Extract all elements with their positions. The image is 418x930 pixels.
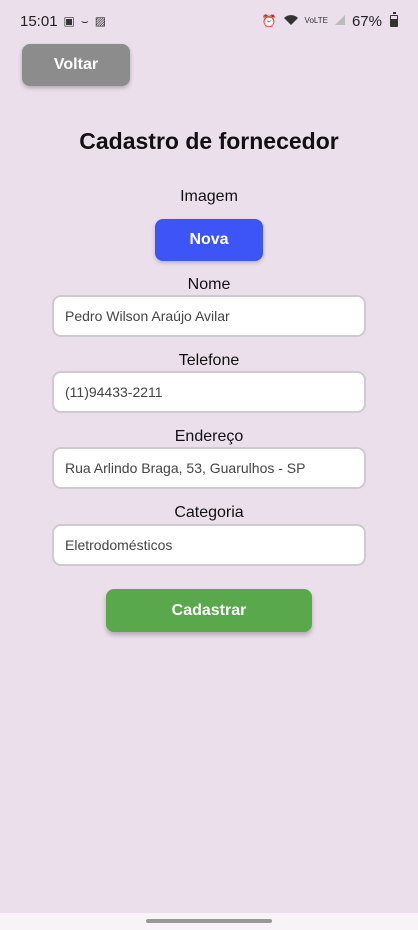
battery-icon [390,12,398,27]
sim-icon: ▣ [63,14,75,28]
category-field[interactable]: Eletrodomésticos [52,524,366,566]
gallery-icon: ▨ [94,14,107,28]
submit-button[interactable]: Cadastrar [106,589,312,632]
status-right: ⏰ VoLTE 67% [261,12,398,30]
status-left: 15:01 ▣ ⌣ ▨ [20,13,106,30]
status-time: 15:01 [20,12,58,30]
cast-icon: ⌣ [80,14,89,28]
phone-field[interactable]: (11)94433-2211 [52,371,366,413]
alarm-icon: ⏰ [261,14,277,28]
signal-icon [334,14,346,28]
navigation-bar [0,913,418,930]
wifi-icon [283,14,299,28]
back-button[interactable]: Voltar [22,44,130,86]
name-label: Nome [187,276,231,293]
status-bar: 15:01 ▣ ⌣ ▨ ⏰ VoLTE 67% [0,0,418,42]
home-indicator[interactable] [146,919,272,923]
name-field[interactable]: Pedro Wilson Araújo Avilar [52,295,366,337]
category-label: Categoria [174,504,244,521]
page-title: Cadastro de fornecedor [79,128,339,154]
battery-percent: 67% [351,12,382,30]
address-field[interactable]: Rua Arlindo Braga, 53, Guarulhos - SP [52,447,366,489]
phone-label: Telefone [178,352,240,369]
volte-icon: VoLTE [304,16,328,25]
new-image-button[interactable]: Nova [155,219,263,261]
address-label: Endereço [174,428,244,445]
image-label: Imagem [180,188,238,205]
